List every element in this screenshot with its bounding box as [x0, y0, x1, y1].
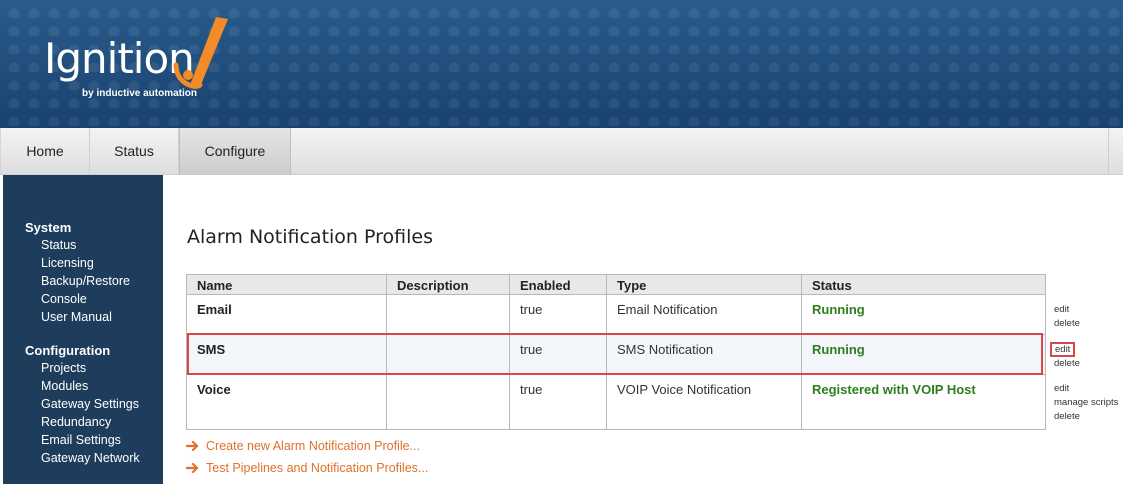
column-header-name[interactable]: Name [186, 274, 387, 295]
test-pipelines-link-label: Test Pipelines and Notification Profiles… [206, 461, 429, 475]
sidebar-item-projects[interactable]: Projects [25, 359, 140, 377]
profile-status: Running [801, 334, 1046, 375]
column-header-status[interactable]: Status [801, 274, 1046, 295]
sidebar-item-status[interactable]: Status [25, 236, 130, 254]
profile-description [386, 334, 510, 375]
sidebar-nav: System Status Licensing Backup/Restore C… [3, 175, 163, 484]
edit-link[interactable]: edit [1054, 382, 1118, 396]
arrow-right-icon [186, 440, 199, 452]
arrow-right-icon [186, 462, 199, 474]
delete-link[interactable]: delete [1054, 410, 1118, 424]
profile-description [386, 374, 510, 430]
sidebar-item-gateway-settings[interactable]: Gateway Settings [25, 395, 140, 413]
profiles-table: Name Description Enabled Type Status Ema… [186, 274, 1046, 430]
manage-scripts-link[interactable]: manage scripts [1054, 396, 1118, 410]
table-row: SMS true SMS Notification Running [186, 334, 1046, 375]
tab-configure[interactable]: Configure [179, 128, 291, 175]
sidebar-item-console[interactable]: Console [25, 290, 130, 308]
profile-type: Email Notification [606, 294, 802, 335]
tab-home[interactable]: Home [0, 128, 90, 175]
main-tabs: Home Status Configure [0, 128, 1123, 175]
sidebar-item-redundancy[interactable]: Redundancy [25, 413, 140, 431]
test-pipelines-link[interactable]: Test Pipelines and Notification Profiles… [186, 461, 428, 475]
sidebar-item-backup-restore[interactable]: Backup/Restore [25, 272, 130, 290]
profile-description [386, 294, 510, 335]
profile-status: Running [801, 294, 1046, 335]
edit-link[interactable]: edit [1050, 342, 1076, 357]
profile-name: Voice [186, 374, 387, 430]
create-profile-link-label: Create new Alarm Notification Profile... [206, 439, 420, 453]
profile-enabled: true [509, 334, 607, 375]
ignition-logo[interactable]: Ignition by inductive automation [44, 17, 228, 99]
sidebar-section-system: System Status Licensing Backup/Restore C… [25, 219, 130, 326]
sidebar-heading-configuration: Configuration [25, 343, 111, 358]
column-header-description[interactable]: Description [386, 274, 510, 295]
profile-name: Email [186, 294, 387, 335]
sidebar-section-configuration: Configuration Projects Modules Gateway S… [25, 342, 140, 467]
tabbar-divider [1108, 128, 1109, 175]
profile-status: Registered with VOIP Host [801, 374, 1046, 430]
table-row: Voice true VOIP Voice Notification Regis… [186, 374, 1046, 430]
column-header-enabled[interactable]: Enabled [509, 274, 607, 295]
row-actions-email: edit delete [1054, 303, 1080, 331]
create-profile-link[interactable]: Create new Alarm Notification Profile... [186, 439, 420, 453]
column-header-type[interactable]: Type [606, 274, 802, 295]
tab-status[interactable]: Status [90, 128, 179, 175]
profile-enabled: true [509, 294, 607, 335]
table-header-row: Name Description Enabled Type Status [186, 274, 1046, 295]
page-title: Alarm Notification Profiles [187, 226, 433, 248]
sidebar-item-licensing[interactable]: Licensing [25, 254, 130, 272]
sidebar-item-modules[interactable]: Modules [25, 377, 140, 395]
profile-enabled: true [509, 374, 607, 430]
header-banner: Ignition by inductive automation [0, 0, 1123, 128]
sidebar-item-email-settings[interactable]: Email Settings [25, 431, 140, 449]
profile-type: VOIP Voice Notification [606, 374, 802, 430]
delete-link[interactable]: delete [1054, 357, 1080, 371]
row-actions-voice: edit manage scripts delete [1054, 382, 1118, 424]
sidebar-item-gateway-network[interactable]: Gateway Network [25, 449, 140, 467]
table-row: Email true Email Notification Running [186, 294, 1046, 335]
sidebar-item-user-manual[interactable]: User Manual [25, 308, 130, 326]
profile-type: SMS Notification [606, 334, 802, 375]
delete-link[interactable]: delete [1054, 317, 1080, 331]
profile-name: SMS [186, 334, 387, 375]
exclamation-logo-icon [173, 17, 228, 89]
edit-link[interactable]: edit [1054, 303, 1080, 317]
row-actions-sms: edit delete [1050, 342, 1080, 371]
sidebar-heading-system: System [25, 220, 72, 235]
